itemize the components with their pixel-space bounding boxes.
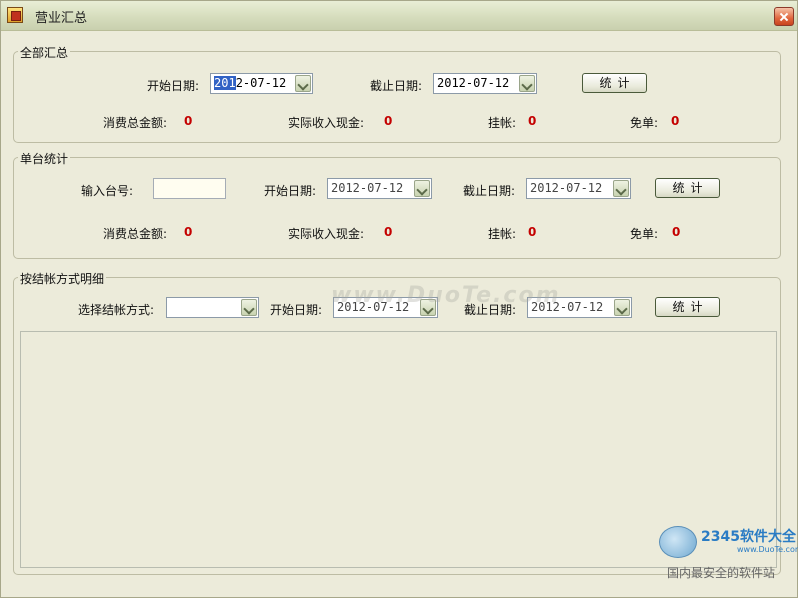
single-table-group	[13, 157, 781, 259]
single-consume-value: 0	[184, 225, 193, 239]
single-end-date-picker[interactable]: 2012-07-12	[526, 178, 631, 199]
watermark-badge-title: 2345软件大全	[701, 529, 796, 545]
single-start-date-picker[interactable]: 2012-07-12	[327, 178, 432, 199]
watermark-tagline: 国内最安全的软件站	[667, 566, 776, 580]
summary-cash-label: 实际收入现金:	[288, 116, 365, 130]
watermark-logo-icon	[659, 526, 697, 558]
settlement-method-select[interactable]	[166, 297, 259, 318]
chevron-down-icon[interactable]	[414, 180, 430, 197]
app-icon	[7, 7, 23, 23]
summary-start-date-selected: 201	[214, 76, 236, 90]
single-legend: 单台统计	[18, 150, 71, 167]
business-summary-window: 营业汇总 全部汇总 开始日期: 2012-07-12 截止日期: 2012-07…	[0, 0, 798, 598]
summary-start-date-picker[interactable]: 2012-07-12	[210, 73, 313, 94]
close-icon[interactable]	[774, 7, 794, 26]
summary-stat-button[interactable]: 统计	[582, 73, 647, 93]
single-free-label: 免单:	[630, 227, 659, 241]
single-end-date-value: 2012-07-12	[530, 181, 603, 195]
settlement-stat-button[interactable]: 统计	[655, 297, 720, 317]
summary-end-label: 截止日期:	[370, 79, 423, 93]
single-cash-label: 实际收入现金:	[288, 227, 365, 241]
single-cash-value: 0	[384, 225, 393, 239]
single-credit-value: 0	[528, 225, 537, 239]
single-free-value: 0	[672, 225, 681, 239]
chevron-down-icon[interactable]	[241, 299, 257, 316]
chevron-down-icon[interactable]	[519, 75, 535, 92]
center-watermark: www.DuoTe.com	[331, 283, 561, 308]
single-start-label: 开始日期:	[264, 184, 317, 198]
single-consume-label: 消费总金额:	[103, 227, 168, 241]
summary-end-date-picker[interactable]: 2012-07-12	[433, 73, 537, 94]
summary-start-label: 开始日期:	[147, 79, 200, 93]
settlement-start-label: 开始日期:	[270, 303, 323, 317]
chevron-down-icon[interactable]	[613, 180, 629, 197]
watermark-badge-url: www.DuoTe.com	[737, 545, 798, 554]
chevron-down-icon[interactable]	[614, 299, 630, 316]
settlement-method-label: 选择结帐方式:	[78, 303, 155, 317]
watermark-badge: 2345软件大全 www.DuoTe.com	[657, 526, 798, 558]
summary-free-label: 免单:	[630, 116, 659, 130]
window-title: 营业汇总	[35, 11, 88, 26]
summary-credit-value: 0	[528, 114, 537, 128]
summary-consume-value: 0	[184, 114, 193, 128]
summary-cash-value: 0	[384, 114, 393, 128]
summary-start-date-rest: 2-07-12	[235, 76, 287, 90]
chevron-down-icon[interactable]	[295, 75, 311, 92]
title-bar[interactable]: 营业汇总	[1, 1, 797, 31]
single-stat-button[interactable]: 统计	[655, 178, 720, 198]
settlement-legend: 按结帐方式明细	[18, 270, 107, 287]
single-start-date-value: 2012-07-12	[331, 181, 404, 195]
summary-free-value: 0	[671, 114, 680, 128]
single-end-label: 截止日期:	[463, 184, 516, 198]
summary-credit-label: 挂帐:	[488, 116, 517, 130]
single-credit-label: 挂帐:	[488, 227, 517, 241]
summary-legend: 全部汇总	[18, 44, 71, 61]
summary-end-date-value: 2012-07-12	[437, 76, 510, 90]
single-table-label: 输入台号:	[81, 184, 134, 198]
table-number-input[interactable]	[153, 178, 226, 199]
summary-consume-label: 消费总金额:	[103, 116, 168, 130]
